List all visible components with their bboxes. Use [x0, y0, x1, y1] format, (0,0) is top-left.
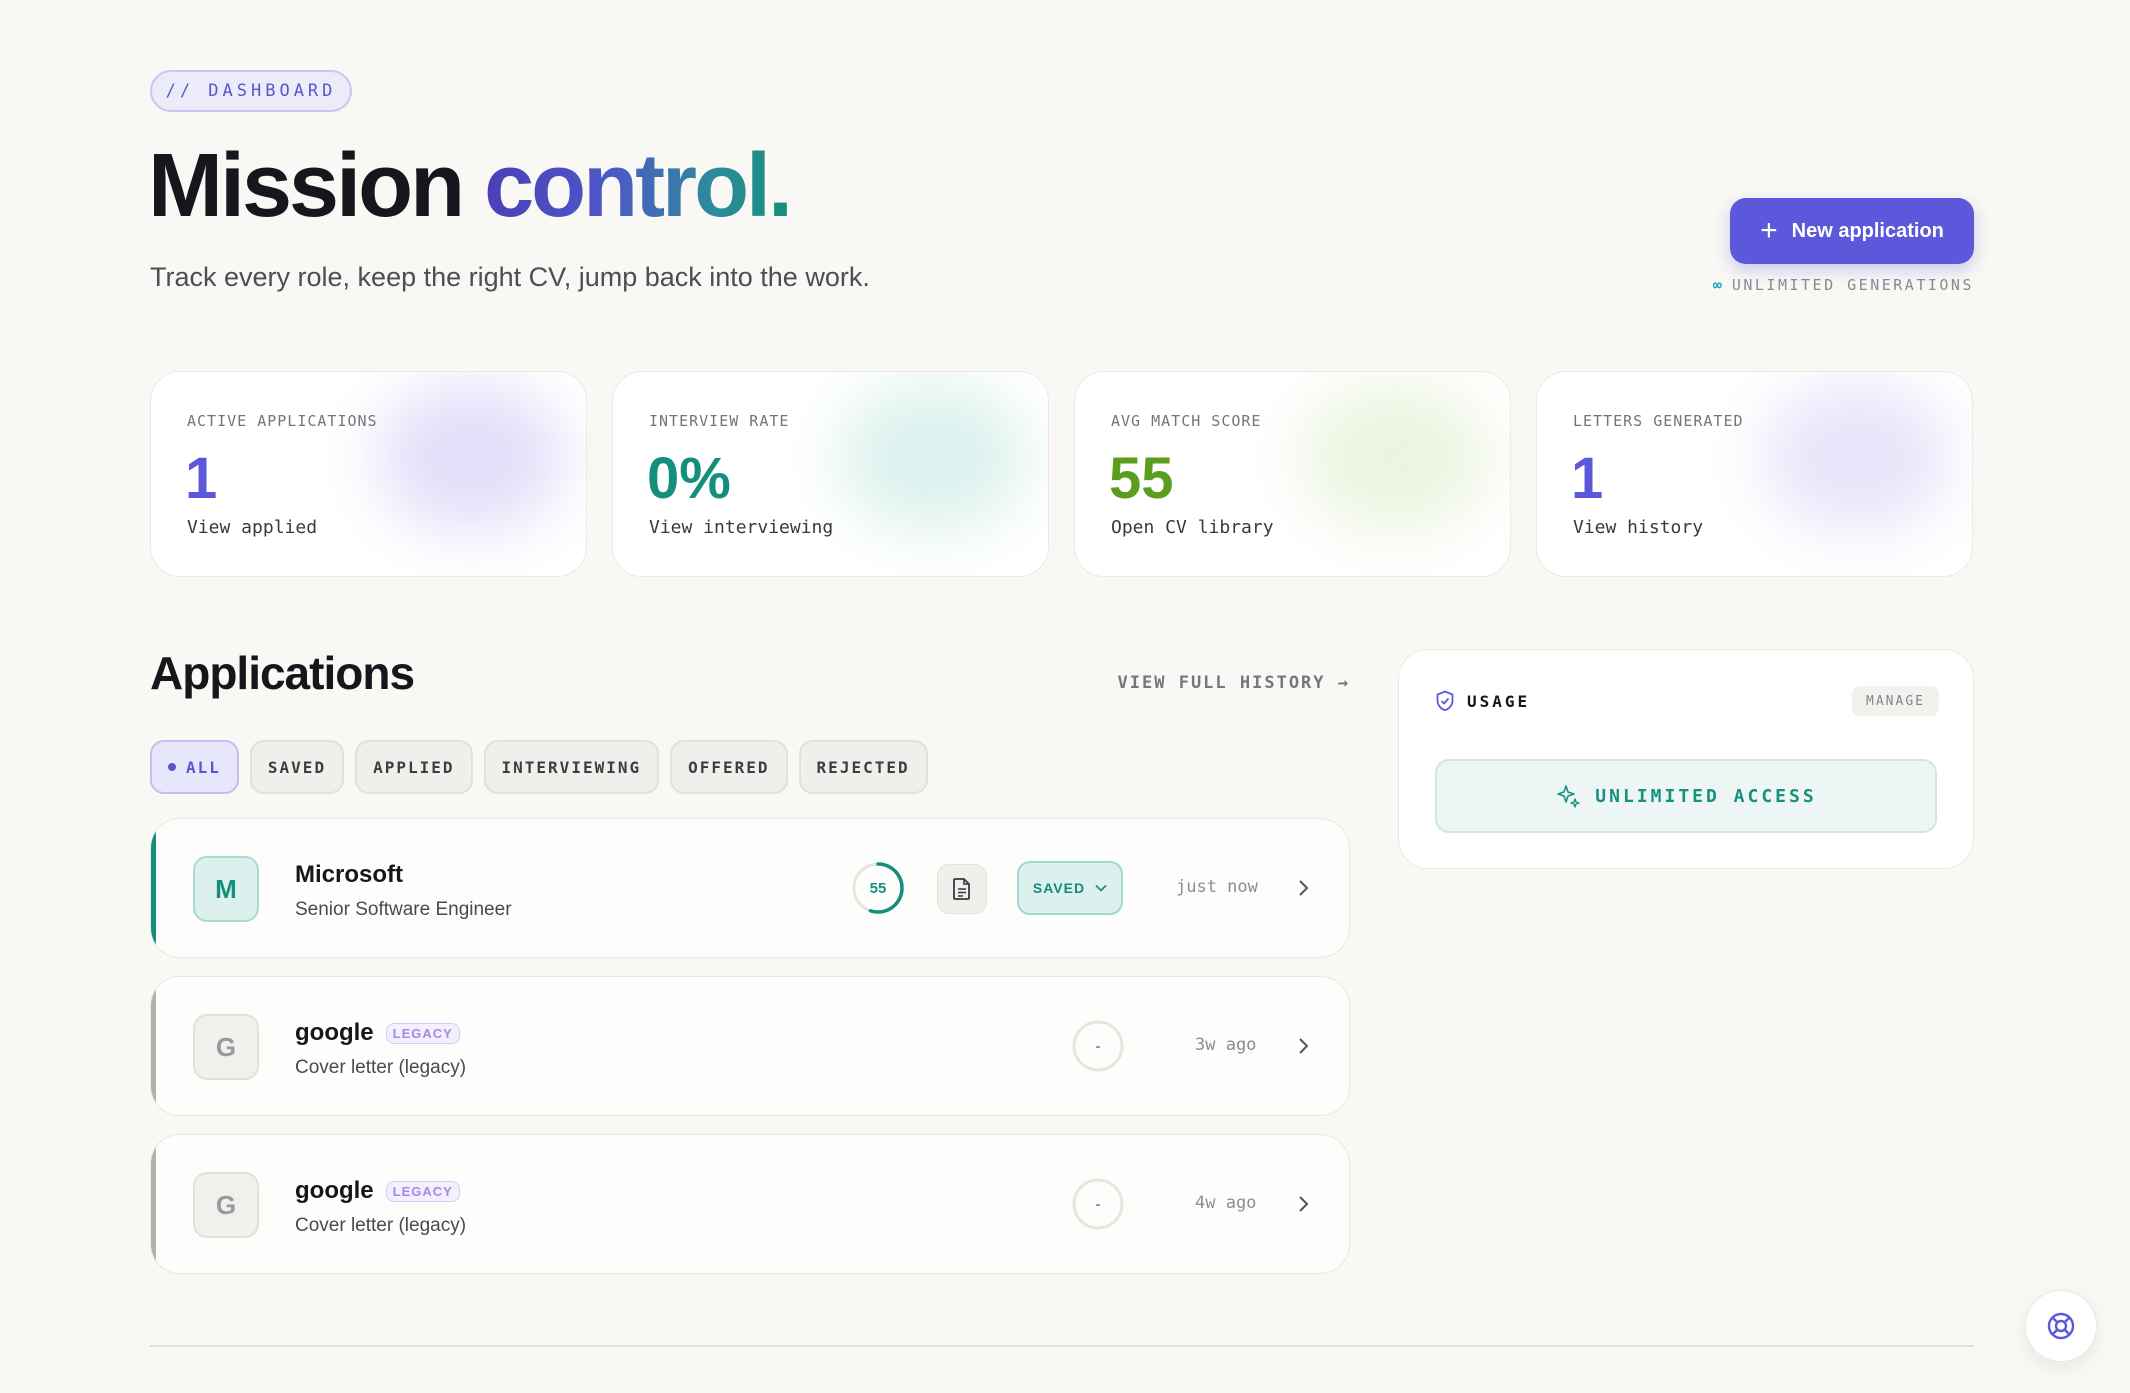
updated-time: 4w ago — [1195, 1193, 1257, 1213]
stat-label: INTERVIEW RATE — [649, 412, 790, 430]
company-name-text: google — [295, 1019, 374, 1046]
stat-card-letters-generated[interactable]: LETTERS GENERATED 1 View history — [1536, 371, 1973, 577]
company-avatar: M — [193, 856, 259, 922]
match-score-value: 55 — [869, 879, 887, 897]
page-subtitle: Track every role, keep the right CV, jum… — [150, 262, 870, 292]
unlimited-access-banner: UNLIMITED ACCESS — [1435, 759, 1937, 833]
cv-document-button[interactable] — [937, 864, 987, 914]
footer-divider — [150, 1345, 1974, 1347]
lifebuoy-icon — [2047, 1312, 2075, 1340]
updated-time: 3w ago — [1195, 1035, 1257, 1055]
stat-link[interactable]: View applied — [187, 517, 317, 538]
application-row[interactable]: G google LEGACY Cover letter (legacy) - … — [150, 1134, 1350, 1274]
usage-header: USAGE — [1435, 690, 1530, 712]
document-icon — [953, 878, 970, 900]
status-accent-bar — [151, 977, 156, 1115]
stat-link[interactable]: View interviewing — [649, 517, 833, 538]
manage-button[interactable]: MANAGE — [1852, 686, 1939, 716]
status-filters: ALL SAVED APPLIED INTERVIEWING OFFERED R… — [150, 740, 928, 794]
match-score-ring: - — [1071, 1019, 1125, 1073]
page-title: Mission control. — [148, 130, 793, 242]
company-name: google LEGACY — [295, 1177, 460, 1205]
application-row[interactable]: M Microsoft Senior Software Engineer 55 … — [150, 818, 1350, 958]
plus-icon: + — [1760, 214, 1778, 247]
stat-link[interactable]: View history — [1573, 517, 1703, 538]
status-label: SAVED — [1032, 880, 1086, 896]
card-glow — [1762, 382, 1952, 532]
status-accent-bar — [151, 1135, 156, 1273]
applications-heading: Applications — [150, 647, 415, 699]
filter-offered[interactable]: OFFERED — [670, 740, 788, 794]
chevron-right-icon[interactable] — [1291, 876, 1315, 900]
filter-interviewing[interactable]: INTERVIEWING — [483, 740, 660, 794]
status-accent-bar — [151, 819, 156, 957]
match-score-ring: 55 — [851, 861, 905, 915]
legacy-badge: LEGACY — [385, 1022, 460, 1044]
stat-card-avg-match-score[interactable]: AVG MATCH SCORE 55 Open CV library — [1074, 371, 1511, 577]
filter-label: INTERVIEWING — [501, 757, 642, 777]
filter-all[interactable]: ALL — [150, 740, 239, 794]
usage-card: USAGE MANAGE UNLIMITED ACCESS — [1398, 649, 1974, 869]
company-name: google LEGACY — [295, 1019, 460, 1047]
chevron-down-icon — [1095, 884, 1107, 892]
role-title: Senior Software Engineer — [295, 899, 512, 920]
stat-value: 55 — [1109, 446, 1174, 511]
company-avatar: G — [193, 1014, 259, 1080]
section-badge: // DASHBOARD — [150, 70, 352, 112]
updated-time: just now — [1176, 877, 1258, 897]
usage-title: USAGE — [1467, 691, 1531, 711]
chevron-right-icon[interactable] — [1291, 1034, 1315, 1058]
card-glow — [838, 382, 1028, 532]
page-title-main: Mission — [148, 136, 465, 236]
page-title-accent: control. — [484, 136, 793, 236]
legacy-badge: LEGACY — [385, 1180, 460, 1202]
generations-note-label: UNLIMITED GENERATIONS — [1731, 276, 1974, 294]
match-score-value: - — [1095, 1195, 1101, 1213]
shield-check-icon — [1436, 690, 1454, 712]
active-dot-icon — [168, 763, 176, 771]
stat-value: 1 — [185, 446, 218, 511]
stat-label: LETTERS GENERATED — [1573, 412, 1744, 430]
help-button[interactable] — [2025, 1290, 2097, 1362]
chevron-right-icon[interactable] — [1291, 1192, 1315, 1216]
stat-value: 1 — [1571, 446, 1604, 511]
card-glow — [1300, 382, 1490, 532]
filter-applied[interactable]: APPLIED — [355, 740, 473, 794]
stat-label: AVG MATCH SCORE — [1111, 412, 1262, 430]
filter-saved[interactable]: SAVED — [249, 740, 345, 794]
filter-rejected[interactable]: REJECTED — [798, 740, 928, 794]
stat-value: 0% — [647, 446, 731, 511]
filter-label: SAVED — [267, 757, 327, 777]
unlimited-access-label: UNLIMITED ACCESS — [1595, 785, 1817, 807]
status-dropdown[interactable]: SAVED — [1017, 861, 1123, 915]
filter-label: APPLIED — [373, 757, 455, 777]
stat-card-interview-rate[interactable]: INTERVIEW RATE 0% View interviewing — [612, 371, 1049, 577]
infinity-icon: ∞ — [1712, 276, 1722, 294]
filter-label: REJECTED — [816, 757, 910, 777]
role-title: Cover letter (legacy) — [295, 1215, 467, 1236]
filter-label: OFFERED — [688, 757, 770, 777]
view-full-history-link[interactable]: VIEW FULL HISTORY → — [1100, 673, 1350, 693]
match-score-ring: - — [1071, 1177, 1125, 1231]
company-avatar: G — [193, 1172, 259, 1238]
stat-link[interactable]: Open CV library — [1111, 517, 1274, 538]
card-glow — [376, 382, 566, 532]
sparkles-icon — [1557, 785, 1580, 808]
new-application-label: New application — [1791, 219, 1944, 242]
company-name-text: google — [295, 1177, 374, 1204]
match-score-value: - — [1095, 1037, 1101, 1055]
stat-card-active-applications[interactable]: ACTIVE APPLICATIONS 1 View applied — [150, 371, 587, 577]
new-application-button[interactable]: + New application — [1730, 198, 1974, 264]
role-title: Cover letter (legacy) — [295, 1057, 467, 1078]
company-name-text: Microsoft — [295, 861, 403, 888]
application-row[interactable]: G google LEGACY Cover letter (legacy) - … — [150, 976, 1350, 1116]
company-name: Microsoft — [295, 861, 403, 889]
stat-label: ACTIVE APPLICATIONS — [187, 412, 378, 430]
filter-label: ALL — [186, 757, 221, 777]
generations-note: ∞ UNLIMITED GENERATIONS — [1713, 276, 1974, 294]
